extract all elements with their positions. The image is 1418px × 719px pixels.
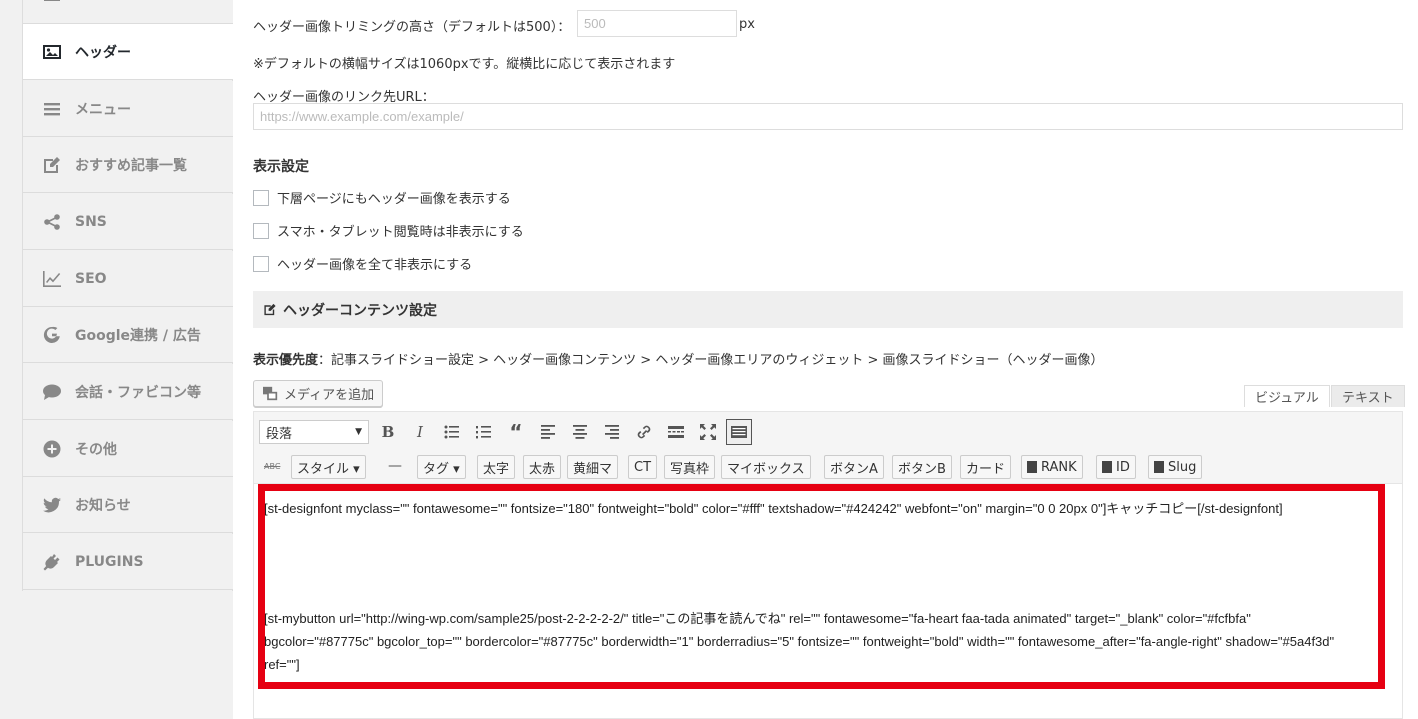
sidebar-item-label: PLUGINS [75,553,144,570]
quicktag-card[interactable]: カード [960,455,1012,479]
sidebar-item-label: メニュー [75,101,131,118]
read-more-icon[interactable] [663,419,689,445]
twitter-icon [41,495,63,515]
sidebar-item-label: SNS [75,213,107,230]
trim-height-input[interactable]: 500 [577,10,737,37]
quicktag-photo-frame[interactable]: 写真枠 [664,455,716,479]
sidebar-item-google[interactable]: Google連携 / 広告 [23,307,233,363]
sidebar-item-conversation[interactable]: 会話・ファビコン等 [23,364,233,420]
quicktag-button-b[interactable]: ボタンB [892,455,952,479]
quicktag-bold-red[interactable]: 太赤 [523,455,562,479]
italic-icon[interactable]: I [407,419,433,445]
show-on-subpages-label: 下層ページにもヘッダー画像を表示する [277,192,511,207]
quicktag-bold[interactable]: 太字 [477,455,516,479]
sidebar-item-top[interactable] [23,0,233,24]
quicktag-button-a[interactable]: ボタンA [824,455,884,479]
bars-icon [41,99,63,119]
hide-all-label: ヘッダー画像を全て非表示にする [277,258,473,273]
align-right-icon[interactable] [599,419,625,445]
format-select-value: 段落 [266,426,293,442]
display-settings-heading: 表示設定 [253,159,309,175]
sidebar-item-plugins[interactable]: PLUGINS [23,534,233,590]
header-content-section: ヘッダーコンテンツ設定 [253,291,1403,328]
highlight-frame [258,484,1385,689]
link-url-input[interactable]: https://www.example.com/example/ [253,103,1403,130]
tab-text[interactable]: テキスト [1331,385,1405,407]
comment-icon [41,382,63,402]
quicktag-mybox[interactable]: マイボックス [721,455,811,479]
align-left-icon[interactable] [535,419,561,445]
book-icon [1102,461,1112,473]
hide-all-checkbox[interactable] [253,256,269,272]
google-icon [41,325,63,345]
line-chart-icon [41,269,63,289]
sidebar-item-seo[interactable]: SEO [23,251,233,307]
show-on-subpages-checkbox[interactable] [253,190,269,206]
quicktag-rank[interactable]: RANK [1021,455,1083,479]
sidebar-item-label: おすすめ記事一覧 [75,157,187,174]
section-title: ヘッダーコンテンツ設定 [283,302,437,319]
settings-main-panel: ヘッダー画像トリミングの高さ（デフォルトは500）： 500 px ※デフォルト… [233,0,1418,719]
image-icon [41,42,63,62]
media-icon [262,386,279,401]
editor-toolbar: 段落 ▼ B I “ ABC スタイル ▾ — タグ ▾ 太字 太赤 黄細マ C… [253,411,1403,483]
sidebar-item-menu[interactable]: メニュー [23,81,233,137]
edit-icon [41,155,63,175]
hide-on-mobile-label: スマホ・タブレット閲覧時は非表示にする [277,225,524,240]
priority-label: 表示優先度 [253,353,319,368]
book-icon [1027,461,1037,473]
quicktag-id[interactable]: ID [1096,455,1136,479]
chevron-down-icon: ▼ [355,427,362,437]
sidebar-item-label: その他 [75,441,117,458]
hide-on-mobile-checkbox[interactable] [253,223,269,239]
quicktag-slug[interactable]: Slug [1148,455,1203,479]
edit-icon [263,303,277,316]
quicktag-slug-label: Slug [1168,459,1197,475]
link-icon[interactable] [631,419,657,445]
align-center-icon[interactable] [567,419,593,445]
quicktag-rank-label: RANK [1041,459,1077,475]
quicktag-id-label: ID [1116,459,1130,475]
sidebar-item-sns[interactable]: SNS [23,194,233,250]
style-dropdown[interactable]: スタイル ▾ [291,455,366,479]
share-icon [41,212,63,232]
bold-icon[interactable]: B [375,419,401,445]
horizontal-line-icon[interactable]: — [388,458,402,474]
numbered-list-icon[interactable] [471,419,497,445]
quicktag-ct[interactable]: CT [628,455,658,479]
menu-top-icon [41,0,63,6]
width-note: ※デフォルトの横幅サイズは1060pxです。縦横比に応じて表示されます [253,57,676,72]
book-icon [1154,461,1164,473]
tab-visual[interactable]: ビジュアル [1244,385,1330,407]
sidebar-item-label: Google連携 / 広告 [75,327,201,344]
add-media-label: メディアを追加 [284,388,375,403]
sidebar-item-news[interactable]: お知らせ [23,477,233,533]
fullscreen-icon[interactable] [695,419,721,445]
plug-icon [41,552,63,572]
plus-circle-icon [41,439,63,459]
bullet-list-icon[interactable] [439,419,465,445]
strikethrough-icon[interactable]: ABC [264,462,280,471]
priority-text: ：記事スライドショー設定 > ヘッダー画像コンテンツ > ヘッダー画像エリアのウ… [318,353,1104,368]
blockquote-icon[interactable]: “ [503,419,529,445]
toolbar-toggle-icon[interactable] [726,419,752,445]
trim-height-label: ヘッダー画像トリミングの高さ（デフォルトは500）： [253,20,571,35]
sidebar-item-label: お知らせ [75,497,131,514]
format-select[interactable]: 段落 ▼ [259,420,369,444]
add-media-button[interactable]: メディアを追加 [253,380,384,407]
sidebar-item-label: ヘッダー [75,44,131,61]
priority-line: 表示優先度：記事スライドショー設定 > ヘッダー画像コンテンツ > ヘッダー画像… [253,349,1104,368]
sidebar-item-header[interactable]: ヘッダー [23,24,233,80]
sidebar-item-label: SEO [75,270,107,287]
tag-dropdown[interactable]: タグ ▾ [417,455,466,479]
sidebar-item-label: 会話・ファビコン等 [75,384,201,401]
sidebar-item-recommended[interactable]: おすすめ記事一覧 [23,137,233,193]
trim-height-unit: px [739,17,755,32]
sidebar-item-other[interactable]: その他 [23,421,233,477]
quicktag-yellow-marker[interactable]: 黄細マ [567,455,619,479]
settings-sidebar: ヘッダー メニュー おすすめ記事一覧 SNS SEO Google連携 / 広告… [22,0,233,591]
